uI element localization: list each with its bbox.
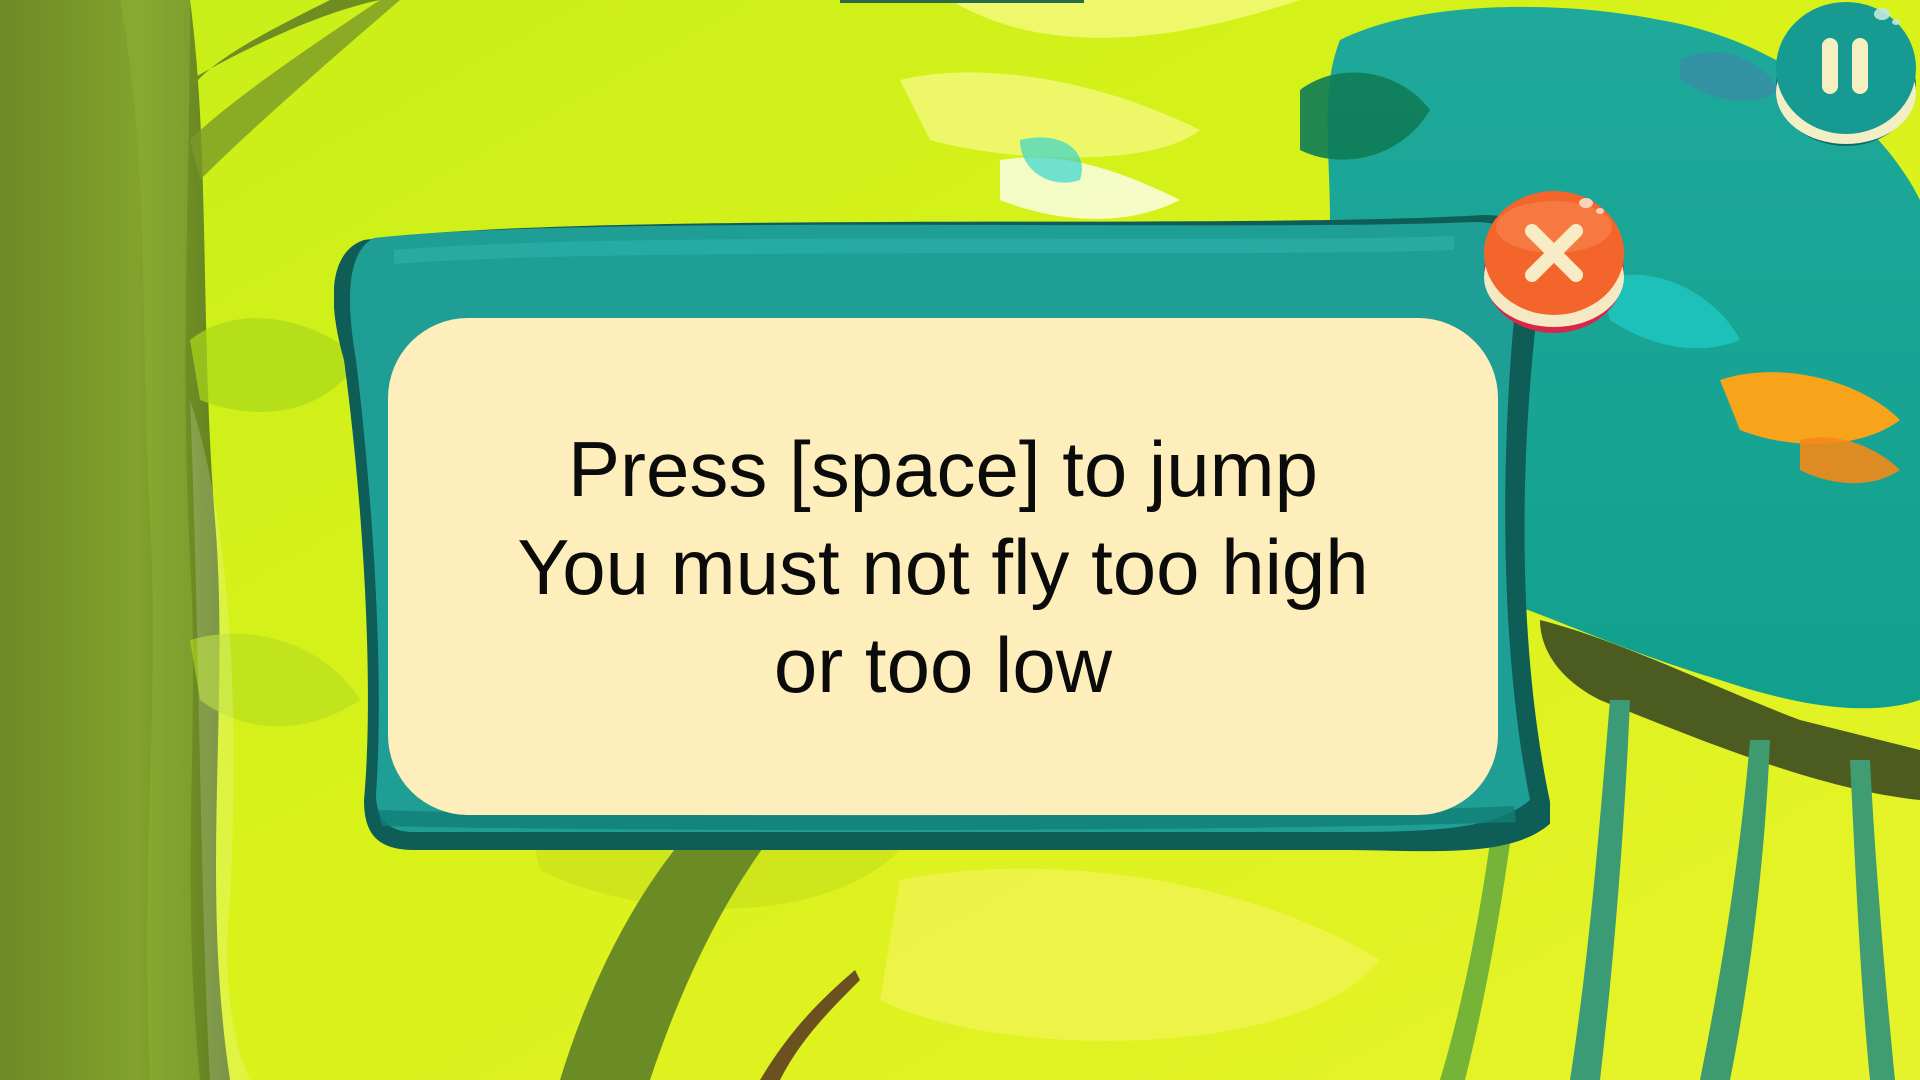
close-icon (1484, 191, 1624, 333)
instruction-line-1: Press [space] to jump (568, 424, 1318, 513)
instructions-dialog: Press [space] to jump You must not fly t… (334, 210, 1550, 855)
close-button[interactable] (1482, 187, 1626, 337)
dialog-panel: Press [space] to jump You must not fly t… (388, 318, 1498, 815)
pause-icon (1776, 2, 1916, 146)
instruction-line-2: You must not fly too high (517, 522, 1369, 611)
pause-button[interactable] (1772, 0, 1920, 150)
instruction-line-3: or too low (773, 620, 1113, 709)
